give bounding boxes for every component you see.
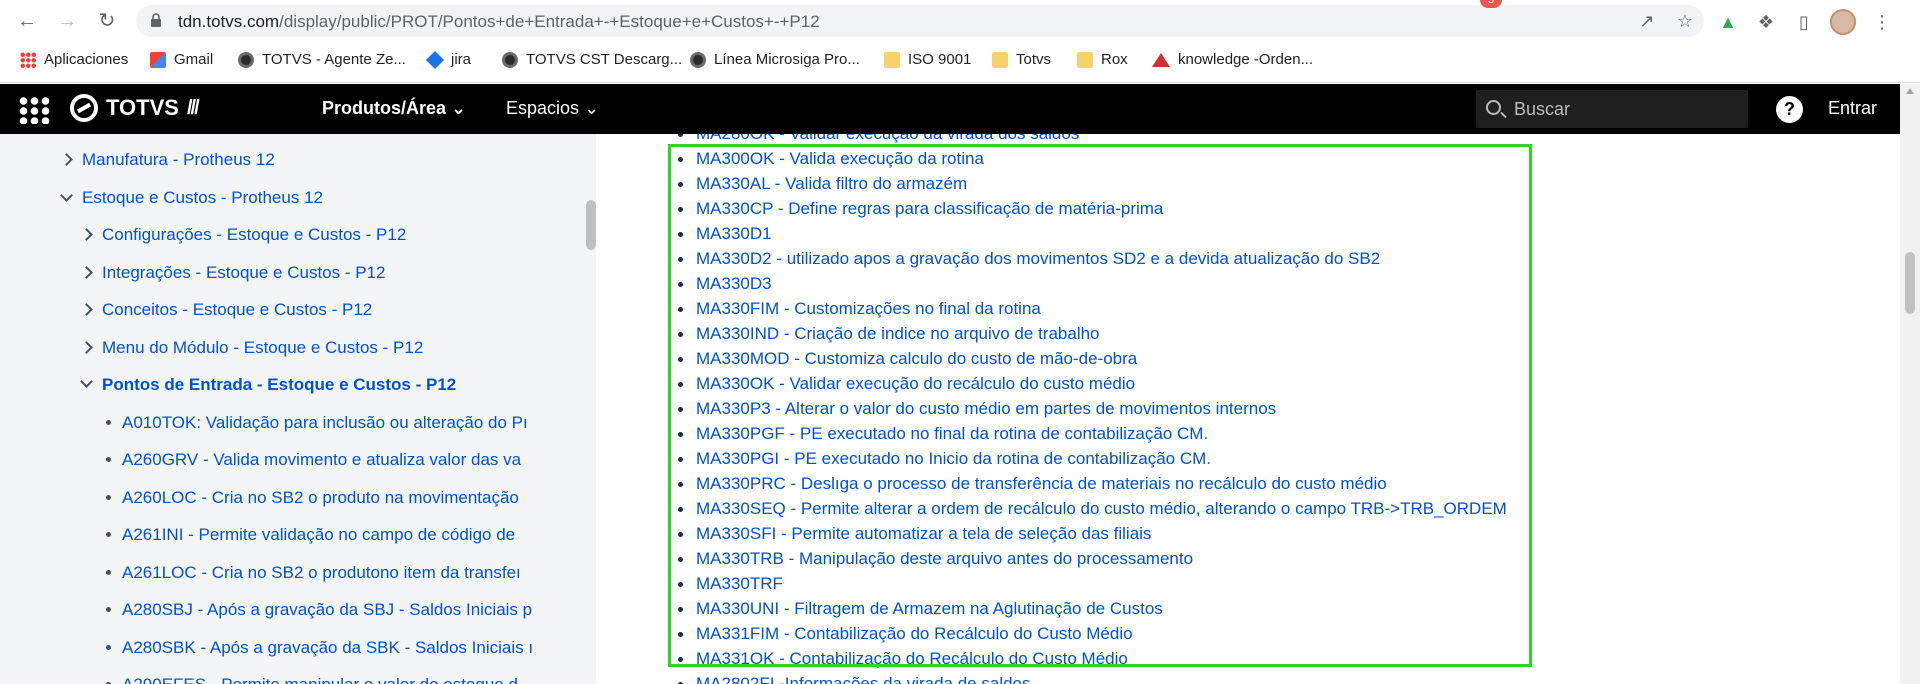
tree-item-estoque-custos[interactable]: Estoque e Custos - Protheus 12 xyxy=(82,188,323,208)
address-bar[interactable]: tdn.totvs.com/display/public/PROT/Pontos… xyxy=(136,5,1704,37)
totvs-logo-icon xyxy=(70,94,98,122)
bookmark-star-icon[interactable]: ☆ xyxy=(1674,10,1696,32)
tree-leaf-a260loc[interactable]: A260LOC - Cria no SB2 o produto na movim… xyxy=(122,488,519,508)
profile-avatar[interactable] xyxy=(1830,9,1856,35)
bookmarks-bar: Aplicaciones Gmail TOTVS - Agente Ze... … xyxy=(0,42,1920,83)
bookmark-jira[interactable]: jira xyxy=(425,50,471,69)
nav-produtos-area[interactable]: Produtos/Área ⌄ xyxy=(322,98,466,119)
bullet xyxy=(106,457,111,462)
side-panel-icon[interactable]: ▯ xyxy=(1792,10,1816,34)
login-link[interactable]: Entrar xyxy=(1828,98,1877,119)
url-text[interactable]: tdn.totvs.com/display/public/PROT/Pontos… xyxy=(178,12,820,32)
lock-icon xyxy=(151,13,161,27)
back-arrow-icon[interactable]: ← xyxy=(14,8,40,34)
tree-item-conceitos[interactable]: Conceitos - Estoque e Custos - P12 xyxy=(102,300,372,320)
folder-icon xyxy=(1077,51,1093,68)
chevron-right-icon[interactable] xyxy=(80,228,93,241)
help-icon[interactable]: ? xyxy=(1776,96,1803,123)
totvs-icon xyxy=(502,51,518,68)
chevron-right-icon[interactable] xyxy=(80,266,93,279)
page-tree-sidebar: Manufatura - Protheus 12 Estoque e Custo… xyxy=(0,134,596,684)
bullet xyxy=(106,570,111,575)
tree-item-manufatura[interactable]: Manufatura - Protheus 12 xyxy=(82,150,275,170)
bullet xyxy=(106,420,111,425)
bookmark-gmail[interactable]: Gmail xyxy=(150,51,213,68)
chevron-right-icon[interactable] xyxy=(80,303,93,316)
bookmark-aplicaciones[interactable]: Aplicaciones xyxy=(20,51,128,68)
bullet xyxy=(106,607,111,612)
tree-leaf-a280sbk[interactable]: A280SBK - Após a gravação da SBK - Saldo… xyxy=(122,638,533,658)
chevron-down-icon: ⌄ xyxy=(451,98,467,118)
scroll-up-arrow-icon[interactable] xyxy=(1906,88,1914,94)
nav-espacios[interactable]: Espacios ⌄ xyxy=(506,98,599,119)
folder-icon xyxy=(992,51,1008,68)
chevron-down-icon: ⌄ xyxy=(584,98,600,118)
bookmark-totvs-folder[interactable]: Totvs xyxy=(992,51,1051,68)
list-item[interactable]: MA280OK - Validar execução da virada dos… xyxy=(696,134,1079,144)
tree-leaf-a290efes[interactable]: A290EFES - Permite manipular o valor do … xyxy=(122,675,518,684)
bullet xyxy=(106,645,111,650)
jira-icon xyxy=(425,50,445,69)
bookmark-rox[interactable]: Rox xyxy=(1077,51,1128,68)
knowledge-icon xyxy=(1152,52,1170,67)
tree-leaf-a261loc[interactable]: A261LOC - Cria no SB2 o produtono item d… xyxy=(122,563,521,583)
gmail-icon xyxy=(150,51,166,68)
list-item[interactable]: MA2802FI -Informações da virada de saldo… xyxy=(696,674,1031,684)
chevron-down-icon[interactable] xyxy=(60,189,73,202)
bookmark-iso-9001[interactable]: ISO 9001 xyxy=(884,51,971,68)
tree-leaf-a261ini[interactable]: A261INI - Permite validação no campo de … xyxy=(122,525,515,545)
tree-item-configuracoes[interactable]: Configurações - Estoque e Custos - P12 xyxy=(102,225,406,245)
sidebar-scrollbar[interactable] xyxy=(586,200,596,250)
highlight-box xyxy=(668,144,1532,667)
app-switcher-icon[interactable] xyxy=(18,96,50,124)
site-header: TOTVS /// Produtos/Área ⌄ Espacios ⌄ Bus… xyxy=(0,84,1900,134)
bookmark-totvs-agente[interactable]: TOTVS - Agente Ze... xyxy=(238,51,406,68)
extensions-puzzle-icon[interactable]: ❖ xyxy=(1754,10,1778,34)
tree-leaf-a010tok[interactable]: A010TOK: Validação para inclusão ou alte… xyxy=(122,413,528,433)
bookmark-totvs-cst[interactable]: TOTVS CST Descarg... xyxy=(502,51,682,68)
bullet xyxy=(106,495,111,500)
google-drive-icon[interactable]: ▲ xyxy=(1716,10,1740,34)
folder-icon xyxy=(884,51,900,68)
chevron-right-icon[interactable] xyxy=(60,153,73,166)
main-content: MA280OK - Validar execução da virada dos… xyxy=(596,134,1900,684)
chevron-right-icon[interactable] xyxy=(80,341,93,354)
search-input[interactable]: Buscar xyxy=(1476,90,1748,128)
forward-arrow-icon[interactable]: → xyxy=(54,8,80,34)
tree-item-pontos-entrada-active[interactable]: Pontos de Entrada - Estoque e Custos - P… xyxy=(102,375,456,395)
apps-icon xyxy=(20,51,36,68)
bullet xyxy=(678,134,683,137)
totvs-icon xyxy=(238,51,254,68)
browser-toolbar: ← → ↻ tdn.totvs.com/display/public/PROT/… xyxy=(0,0,1920,42)
search-icon xyxy=(1486,100,1501,115)
totvs-logo[interactable]: TOTVS /// xyxy=(70,94,200,122)
page-scrollbar[interactable] xyxy=(1900,84,1920,684)
tree-item-integracoes[interactable]: Integrações - Estoque e Custos - P12 xyxy=(102,263,386,283)
microsiga-icon xyxy=(690,51,706,68)
more-menu-icon[interactable]: ⋮ xyxy=(1870,10,1894,34)
chevron-down-icon[interactable] xyxy=(80,375,93,388)
bookmark-linea-microsiga[interactable]: Línea Microsiga Pro... xyxy=(690,51,860,68)
tree-leaf-a280sbj[interactable]: A280SBJ - Após a gravação da SBJ - Saldo… xyxy=(122,600,532,620)
tree-item-menu-modulo[interactable]: Menu do Módulo - Estoque e Custos - P12 xyxy=(102,338,423,358)
page-scrollbar-thumb[interactable] xyxy=(1905,252,1915,314)
bullet xyxy=(106,532,111,537)
bookmark-knowledge[interactable]: knowledge -Orden... xyxy=(1152,51,1313,68)
search-placeholder: Buscar xyxy=(1514,99,1571,119)
share-icon[interactable]: ↗ xyxy=(1636,10,1658,32)
reload-icon[interactable]: ↻ xyxy=(94,8,120,34)
tree-leaf-a260grv[interactable]: A260GRV - Valida movimento e atualiza va… xyxy=(122,450,521,470)
